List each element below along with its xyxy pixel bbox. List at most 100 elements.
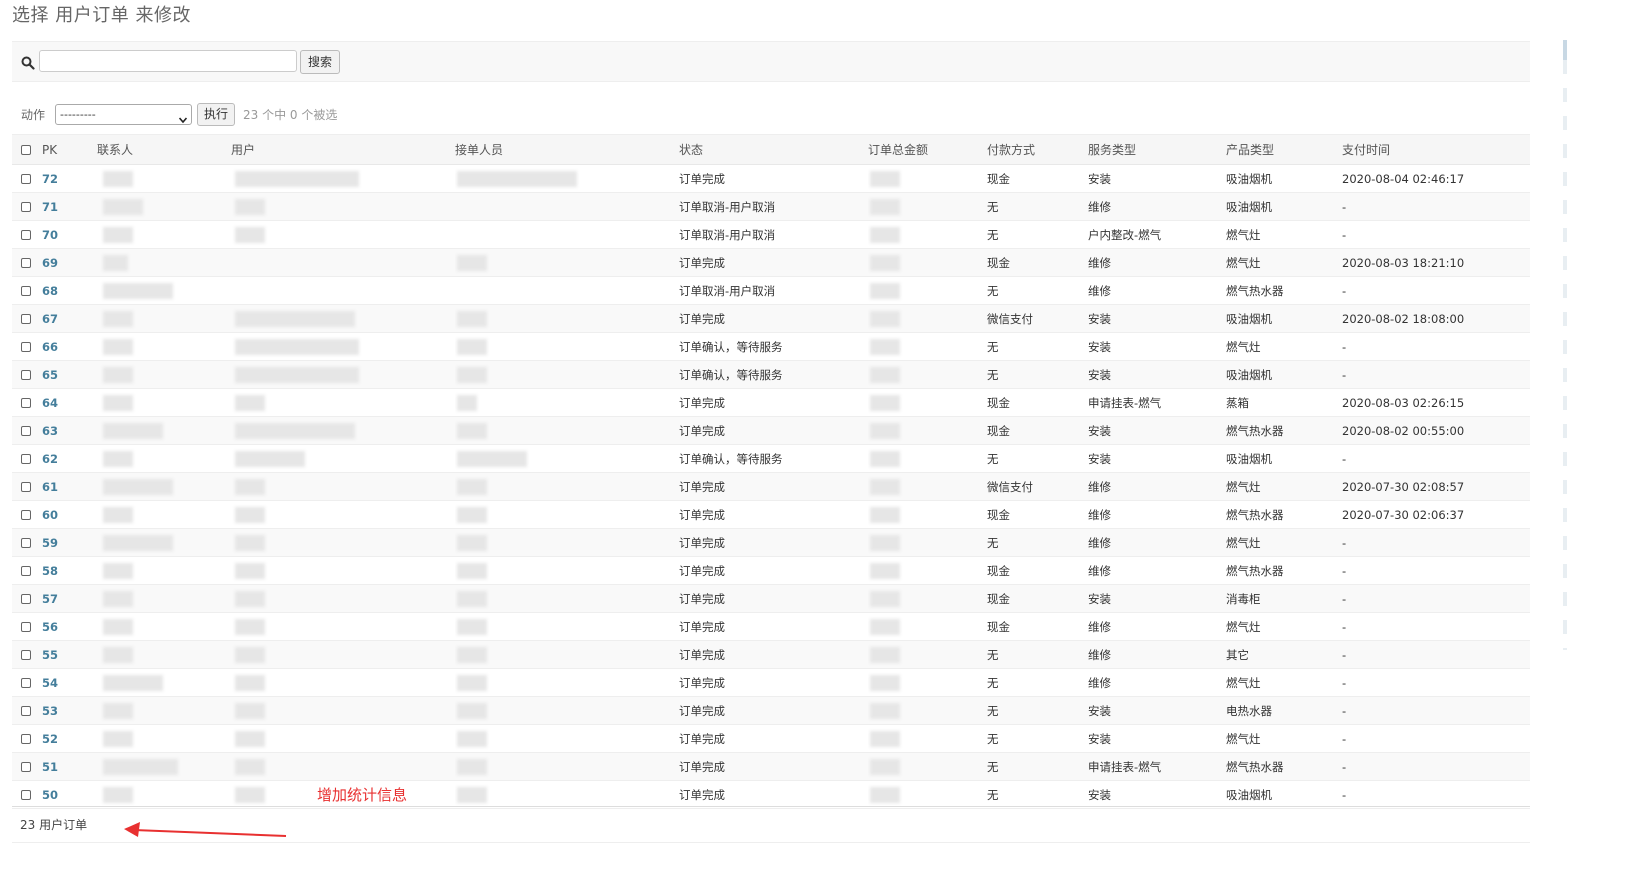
row-pk-cell: 68: [42, 276, 97, 305]
row-status-cell: 订单完成: [679, 640, 868, 669]
row-pk-link[interactable]: 61: [42, 480, 58, 494]
redacted-user: [235, 338, 359, 355]
row-paid-at: -: [1342, 787, 1347, 802]
scrollbar-track[interactable]: [1563, 60, 1567, 650]
row-checkbox[interactable]: [21, 566, 31, 576]
row-payment-cell: 无: [987, 220, 1088, 249]
row-status-cell: 订单完成: [679, 388, 868, 417]
table-row: 60 订单完成 现金 维修 燃气热水器 2020-07-30 02:06:37: [12, 500, 1530, 529]
row-pk-cell: 53: [42, 696, 97, 725]
row-total-cell: [868, 416, 987, 445]
row-status-cell: 订单完成: [679, 304, 868, 333]
column-header-pk[interactable]: PK: [42, 134, 97, 165]
row-checkbox[interactable]: [21, 342, 31, 352]
run-action-button[interactable]: 执行: [197, 103, 235, 126]
row-pk-link[interactable]: 60: [42, 508, 58, 522]
row-checkbox[interactable]: [21, 454, 31, 464]
row-pk-link[interactable]: 54: [42, 676, 58, 690]
column-header-contact[interactable]: 联系人: [97, 134, 231, 165]
column-header-product[interactable]: 产品类型: [1226, 134, 1342, 165]
row-checkbox[interactable]: [21, 622, 31, 632]
row-checkbox[interactable]: [21, 734, 31, 744]
row-payment-cell: 无: [987, 444, 1088, 473]
arrow-left-icon: [124, 822, 287, 837]
row-paid-at: -: [1342, 731, 1347, 746]
row-staff-cell: [455, 780, 679, 809]
row-checkbox[interactable]: [21, 790, 31, 800]
redacted-total: [870, 590, 900, 607]
action-select[interactable]: ---------: [55, 104, 192, 125]
row-pk-link[interactable]: 57: [42, 592, 58, 606]
row-status-cell: 订单完成: [679, 780, 868, 809]
row-pk-link[interactable]: 53: [42, 704, 58, 718]
row-checkbox[interactable]: [21, 650, 31, 660]
redacted-user: [235, 170, 359, 187]
row-checkbox[interactable]: [21, 202, 31, 212]
row-pk-link[interactable]: 66: [42, 340, 58, 354]
row-pk-link[interactable]: 63: [42, 424, 58, 438]
column-header-paid-at[interactable]: 支付时间: [1342, 134, 1530, 165]
row-checkbox[interactable]: [21, 370, 31, 380]
row-staff-cell: [455, 220, 679, 249]
row-pk-link[interactable]: 70: [42, 228, 58, 242]
row-pk-link[interactable]: 68: [42, 284, 58, 298]
row-service-cell: 维修: [1088, 668, 1226, 697]
row-checkbox[interactable]: [21, 258, 31, 268]
row-pk-link[interactable]: 56: [42, 620, 58, 634]
row-payment: 微信支付: [987, 479, 1033, 494]
actions-bar: 动作 --------- 执行 23 个中 0 个被选: [12, 102, 612, 126]
row-status: 订单完成: [679, 535, 725, 550]
scrollbar-thumb[interactable]: [1563, 40, 1567, 62]
row-staff-cell: [455, 500, 679, 529]
row-pk-link[interactable]: 65: [42, 368, 58, 382]
row-checkbox[interactable]: [21, 482, 31, 492]
select-all-checkbox[interactable]: [21, 145, 31, 155]
row-pk-link[interactable]: 52: [42, 732, 58, 746]
row-product-cell: 燃气灶: [1226, 724, 1342, 753]
row-checkbox[interactable]: [21, 286, 31, 296]
row-checkbox[interactable]: [21, 174, 31, 184]
row-pk-link[interactable]: 55: [42, 648, 58, 662]
row-checkbox[interactable]: [21, 678, 31, 688]
row-checkbox[interactable]: [21, 230, 31, 240]
row-status: 订单完成: [679, 311, 725, 326]
table-row: 62 订单确认，等待服务 无 安装 吸油烟机 -: [12, 444, 1530, 473]
row-checkbox[interactable]: [21, 426, 31, 436]
column-header-payment[interactable]: 付款方式: [987, 134, 1088, 165]
row-checkbox[interactable]: [21, 510, 31, 520]
column-header-total[interactable]: 订单总金额: [868, 134, 987, 165]
row-pk-link[interactable]: 50: [42, 788, 58, 802]
row-checkbox[interactable]: [21, 762, 31, 772]
row-pk-link[interactable]: 62: [42, 452, 58, 466]
column-header-staff[interactable]: 接单人员: [455, 134, 679, 165]
column-header-status[interactable]: 状态: [679, 134, 868, 165]
redacted-user: [235, 730, 265, 747]
row-pk-link[interactable]: 72: [42, 172, 58, 186]
row-total-cell: [868, 444, 987, 473]
column-header-user[interactable]: 用户: [231, 134, 455, 165]
row-pk-link[interactable]: 64: [42, 396, 58, 410]
search-button[interactable]: 搜索: [300, 50, 340, 74]
row-checkbox[interactable]: [21, 594, 31, 604]
redacted-contact: [103, 534, 173, 551]
row-checkbox[interactable]: [21, 314, 31, 324]
column-header-service[interactable]: 服务类型: [1088, 134, 1226, 165]
search-input[interactable]: [39, 50, 297, 72]
redacted-user: [235, 758, 265, 775]
row-service-cell: 安装: [1088, 332, 1226, 361]
row-contact-cell: [97, 332, 231, 361]
row-checkbox[interactable]: [21, 706, 31, 716]
row-staff-cell: [455, 416, 679, 445]
row-pk-link[interactable]: 71: [42, 200, 58, 214]
row-pk-link[interactable]: 59: [42, 536, 58, 550]
row-pk-link[interactable]: 58: [42, 564, 58, 578]
row-service: 安装: [1088, 311, 1111, 326]
row-status: 订单完成: [679, 423, 725, 438]
redacted-total: [870, 646, 900, 663]
row-pk-link[interactable]: 69: [42, 256, 58, 270]
row-checkbox[interactable]: [21, 538, 31, 548]
row-pk-link[interactable]: 51: [42, 760, 58, 774]
row-pk-link[interactable]: 67: [42, 312, 58, 326]
row-paid-at-cell: 2020-08-02 00:55:00: [1342, 416, 1530, 445]
row-checkbox[interactable]: [21, 398, 31, 408]
